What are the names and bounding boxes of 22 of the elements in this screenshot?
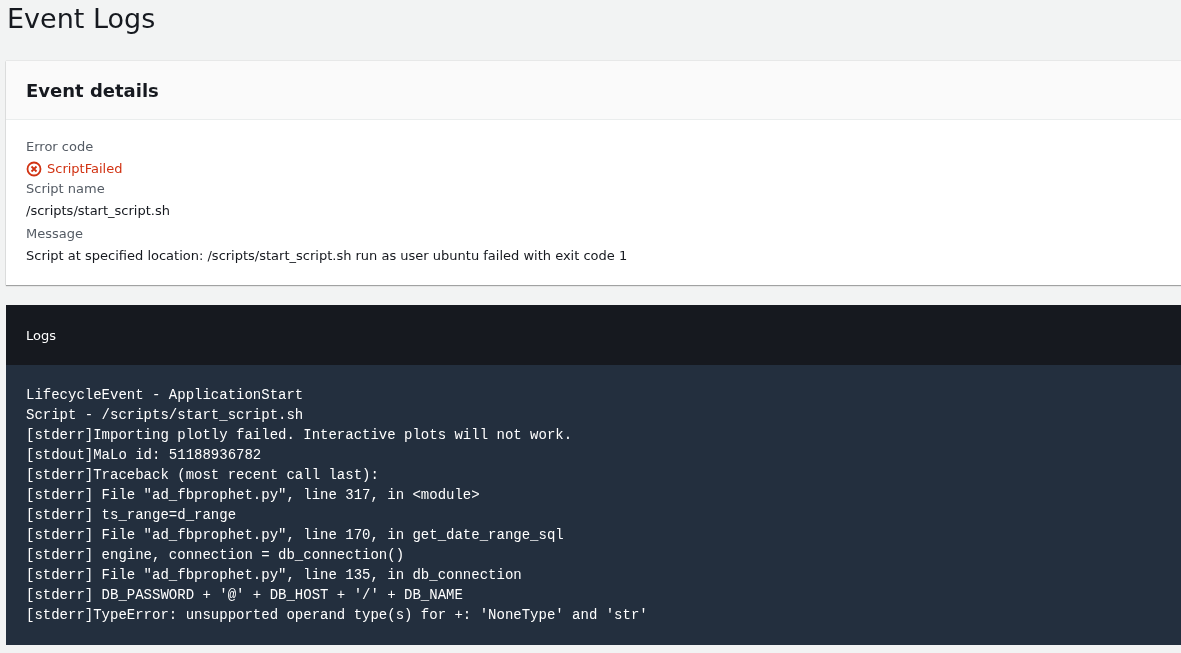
- page-title: Event Logs: [6, 2, 157, 36]
- log-line: [stderr] File "ad_fbprophet.py", line 317, in <module>: [26, 486, 481, 505]
- log-line: LifecycleEvent - ApplicationStart: [26, 386, 305, 405]
- log-line: [stderr] engine, connection = db_connection(): [26, 546, 406, 565]
- log-line: [stdout]MaLo id: 51188936782: [26, 446, 263, 465]
- panel-title: Logs: [26, 327, 56, 343]
- log-line: [stderr]Traceback (most recent call last):: [26, 466, 380, 485]
- field-label: Message: [26, 225, 84, 243]
- log-line: [stderr] DB_PASSWORD + '@' + DB_HOST + '/' + DB_NAME: [26, 586, 464, 605]
- field-value: /scripts/start_script.sh: [26, 202, 171, 220]
- log-line: [stderr] File "ad_fbprophet.py", line 170, in get_date_range_sql: [26, 526, 565, 545]
- field-label: Script name: [26, 180, 106, 198]
- log-line: [stderr] File "ad_fbprophet.py", line 135, in db_connection: [26, 566, 523, 585]
- field-label: Error code: [26, 138, 95, 156]
- log-line: [stderr]Importing plotly failed. Interactive plots will not work.: [26, 426, 574, 445]
- section-title: Event details: [26, 79, 159, 101]
- log-line: Script - /scripts/start_script.sh: [26, 406, 305, 425]
- log-line: [stderr]TypeError: unsupported operand type(s) for +: 'NoneType' and 'str': [26, 606, 649, 625]
- error-icon: [26, 161, 42, 177]
- log-line: [stderr] ts_range=d_range: [26, 506, 238, 525]
- field-value: Script at specified location: /scripts/start_script.sh run as user ubuntu failed with exit code 1: [26, 247, 629, 265]
- error-status: ScriptFailed: [47, 160, 123, 178]
